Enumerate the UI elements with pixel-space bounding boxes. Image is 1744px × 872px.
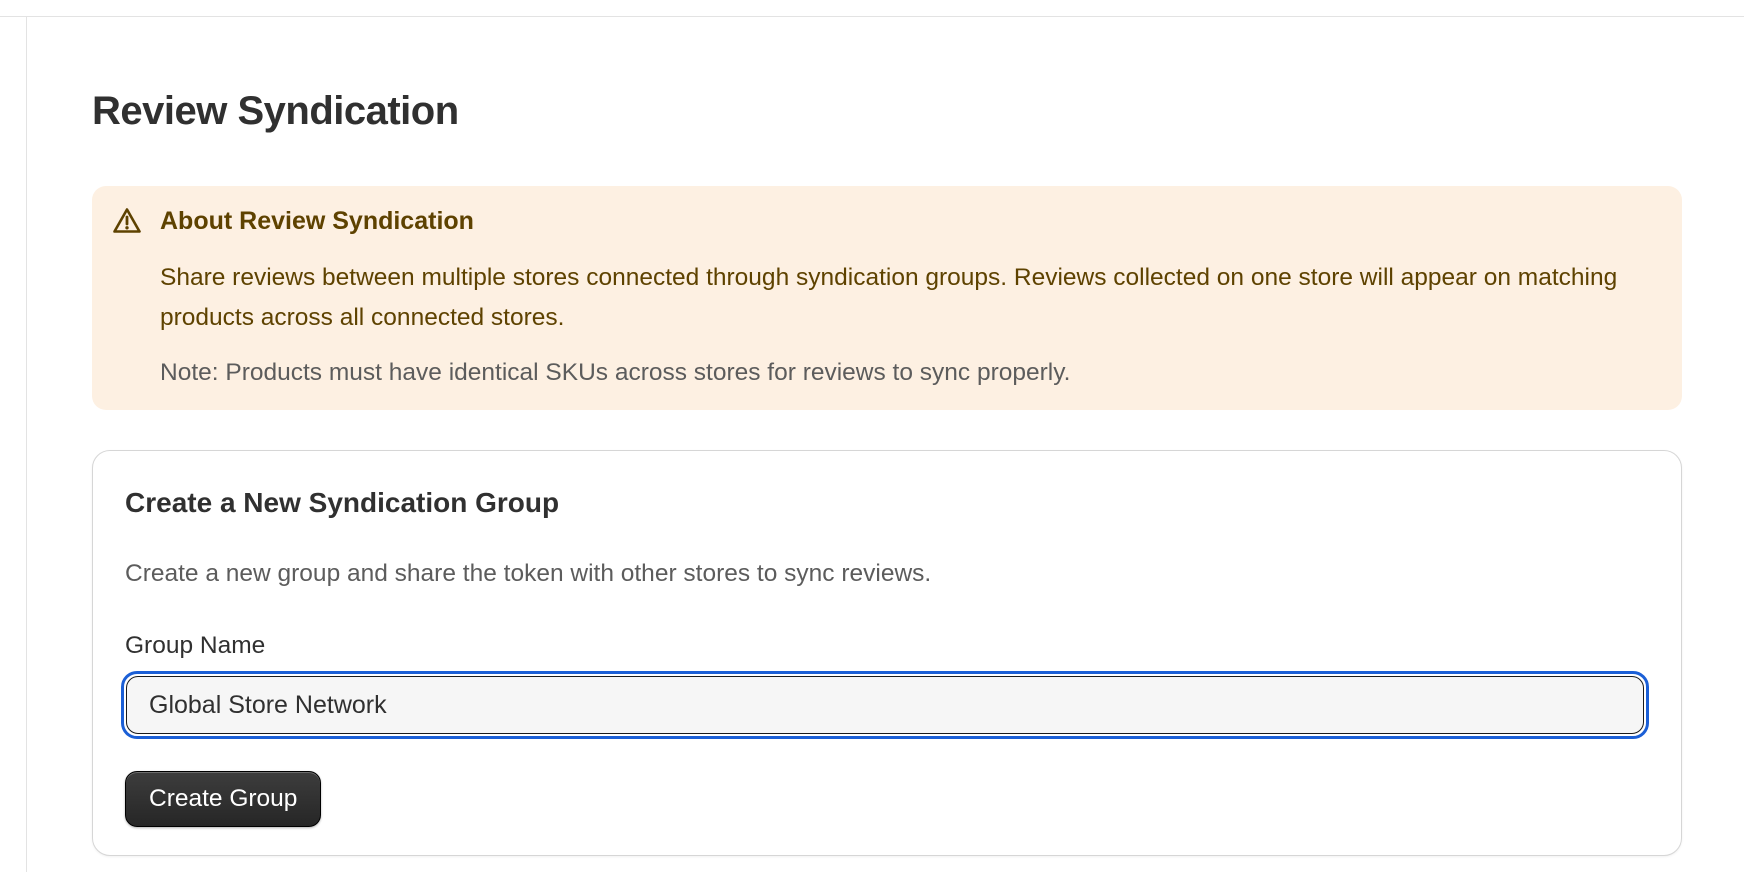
top-bar [0,0,1744,17]
page-title: Review Syndication [92,89,459,133]
create-group-card: Create a New Syndication Group Create a … [92,450,1682,856]
card-description: Create a new group and share the token w… [125,560,932,587]
group-name-focus-ring [121,671,1649,739]
card-title: Create a New Syndication Group [125,487,560,518]
banner-title: About Review Syndication [160,207,474,235]
info-banner: About Review Syndication Share reviews b… [92,186,1682,410]
group-name-input[interactable] [126,676,1644,734]
banner-note: Note: Products must have identical SKUs … [160,359,1071,386]
alert-triangle-icon [112,206,142,236]
group-name-label: Group Name [125,632,266,659]
create-group-button[interactable]: Create Group [125,771,322,827]
left-rail [0,17,27,872]
banner-body: Share reviews between multiple stores co… [160,264,1618,331]
